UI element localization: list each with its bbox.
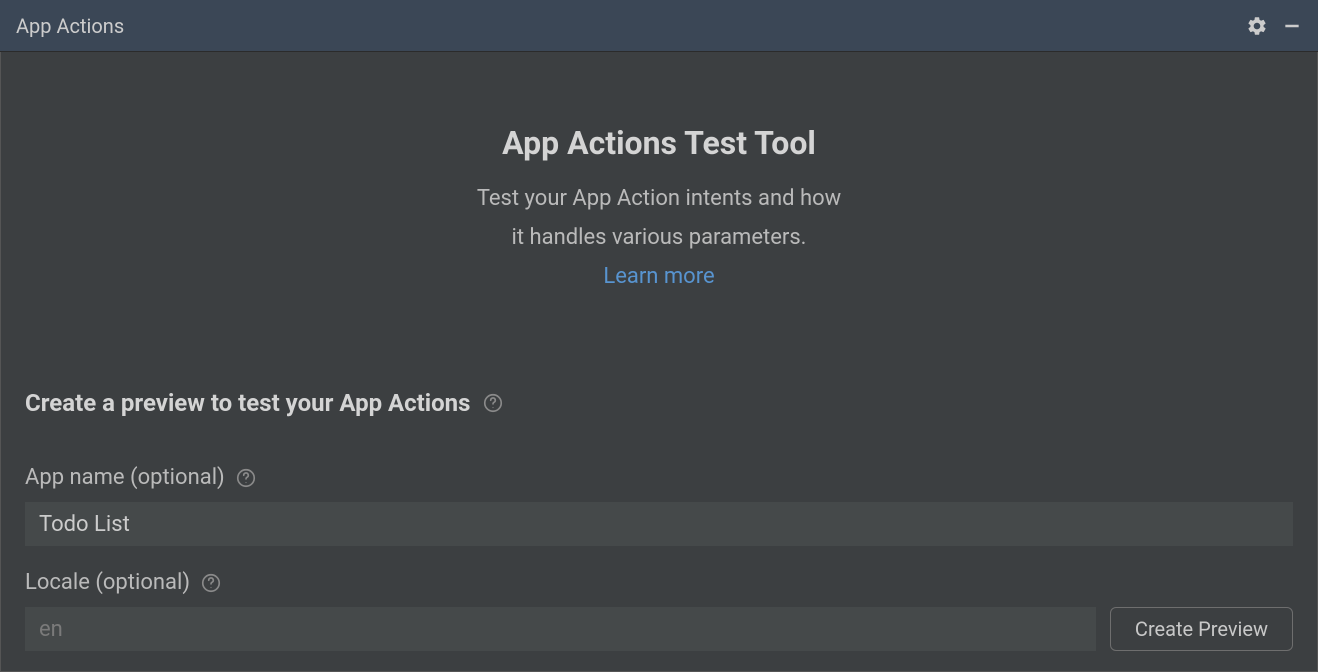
learn-more-link[interactable]: Learn more [603, 264, 714, 289]
app-name-label: App name (optional) [25, 465, 225, 490]
content-area: App Actions Test Tool Test your App Acti… [0, 52, 1318, 672]
section-title: Create a preview to test your App Action… [25, 389, 470, 417]
app-name-label-wrap: App name (optional) [25, 465, 1293, 490]
locale-label: Locale (optional) [25, 570, 190, 595]
create-preview-button[interactable]: Create Preview [1110, 607, 1293, 651]
locale-input[interactable] [25, 607, 1096, 651]
hero-section: App Actions Test Tool Test your App Acti… [25, 52, 1293, 389]
title-bar-controls [1246, 15, 1302, 37]
hero-description-line2: it handles various parameters. [25, 221, 1293, 254]
gear-icon[interactable] [1246, 15, 1268, 37]
app-name-row: App name (optional) [25, 465, 1293, 546]
title-bar: App Actions [0, 0, 1318, 52]
help-icon[interactable] [235, 467, 257, 489]
panel-title: App Actions [16, 14, 124, 38]
locale-row: Locale (optional) Create Preview [25, 570, 1293, 651]
hero-title: App Actions Test Tool [25, 124, 1293, 162]
help-icon[interactable] [200, 572, 222, 594]
locale-label-wrap: Locale (optional) [25, 570, 1293, 595]
help-icon[interactable] [482, 392, 504, 414]
hero-description-line1: Test your App Action intents and how [25, 182, 1293, 215]
app-name-input[interactable] [25, 502, 1293, 546]
section-header: Create a preview to test your App Action… [25, 389, 1293, 417]
minimize-icon[interactable] [1282, 16, 1302, 36]
